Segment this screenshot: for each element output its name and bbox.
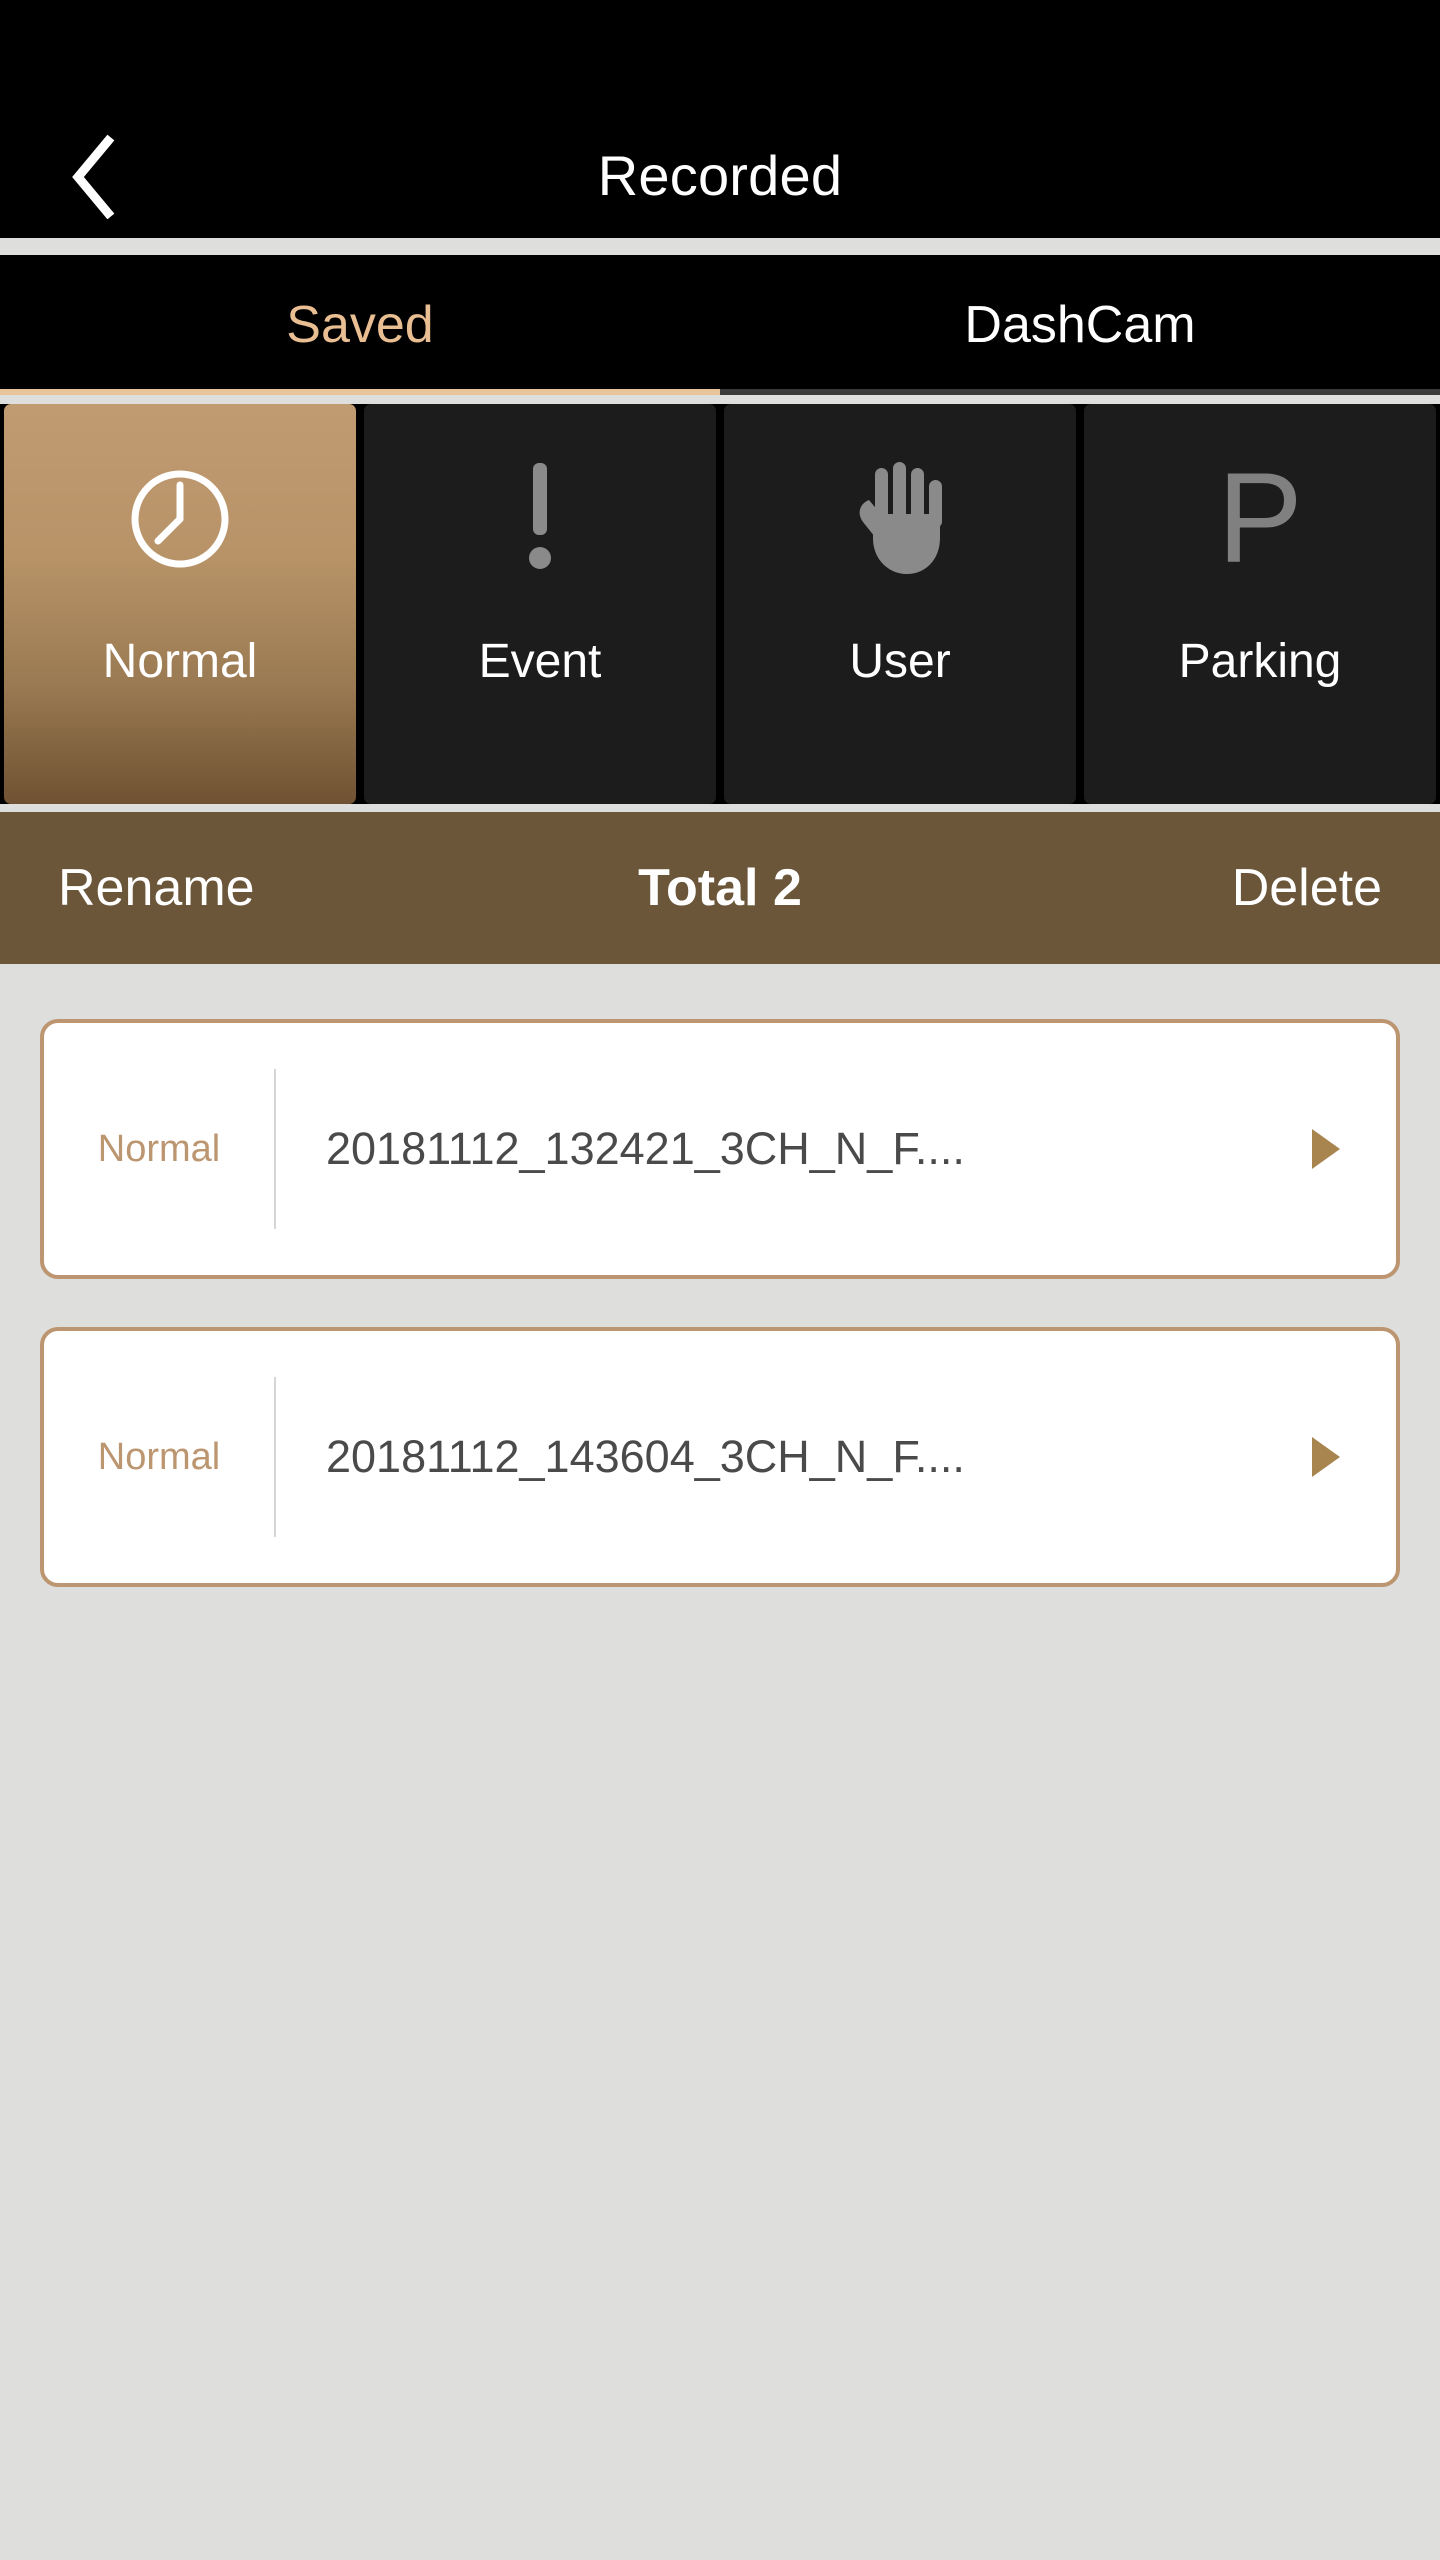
clock-icon xyxy=(4,404,356,634)
delete-button[interactable]: Delete xyxy=(1232,858,1382,918)
play-icon xyxy=(1312,1129,1340,1169)
parking-p-icon: P xyxy=(1084,404,1436,634)
tab-saved[interactable]: Saved xyxy=(0,255,720,395)
exclamation-icon xyxy=(364,404,716,634)
file-list-item[interactable]: Normal 20181112_132421_3CH_N_F.... xyxy=(40,1019,1400,1279)
file-kind-label: Normal xyxy=(97,1436,221,1478)
tab-dashcam[interactable]: DashCam xyxy=(720,255,1440,395)
hand-icon xyxy=(724,404,1076,634)
app-screen: Recorded Saved DashCam Normal Event User… xyxy=(0,0,1440,2560)
category-tile-event[interactable]: Event xyxy=(364,404,716,804)
file-kind-label: Normal xyxy=(97,1128,221,1170)
parking-p-glyph: P xyxy=(1217,447,1303,590)
top-header-bar: Recorded xyxy=(0,0,1440,238)
category-label-normal: Normal xyxy=(102,635,258,688)
file-list-item[interactable]: Normal 20181112_143604_3CH_N_F.... xyxy=(40,1327,1400,1587)
category-tile-normal[interactable]: Normal xyxy=(4,404,356,804)
tab-dashcam-label: DashCam xyxy=(964,296,1196,354)
tab-dashcam-underline xyxy=(720,389,1440,395)
play-button[interactable] xyxy=(1256,1129,1396,1169)
category-label-event: Event xyxy=(478,635,602,688)
tab-saved-underline xyxy=(0,389,720,395)
file-list: Normal 20181112_132421_3CH_N_F.... Norma… xyxy=(0,964,1440,1635)
action-bar: Rename Total 2 Delete xyxy=(0,812,1440,964)
tab-bar: Saved DashCam xyxy=(0,255,1440,395)
file-name-label: 20181112_143604_3CH_N_F.... xyxy=(326,1431,965,1482)
play-icon xyxy=(1312,1437,1340,1477)
category-label-user: User xyxy=(849,635,951,688)
rename-button[interactable]: Rename xyxy=(58,858,255,918)
tab-saved-label: Saved xyxy=(286,296,434,354)
page-title: Recorded xyxy=(597,144,843,207)
file-name-label: 20181112_132421_3CH_N_F.... xyxy=(326,1123,965,1174)
category-tile-user[interactable]: User xyxy=(724,404,1076,804)
play-button[interactable] xyxy=(1256,1437,1396,1477)
category-tile-parking[interactable]: P Parking xyxy=(1084,404,1436,804)
category-label-parking: Parking xyxy=(1178,635,1342,688)
category-tile-row: Normal Event User P Parking xyxy=(0,404,1440,804)
